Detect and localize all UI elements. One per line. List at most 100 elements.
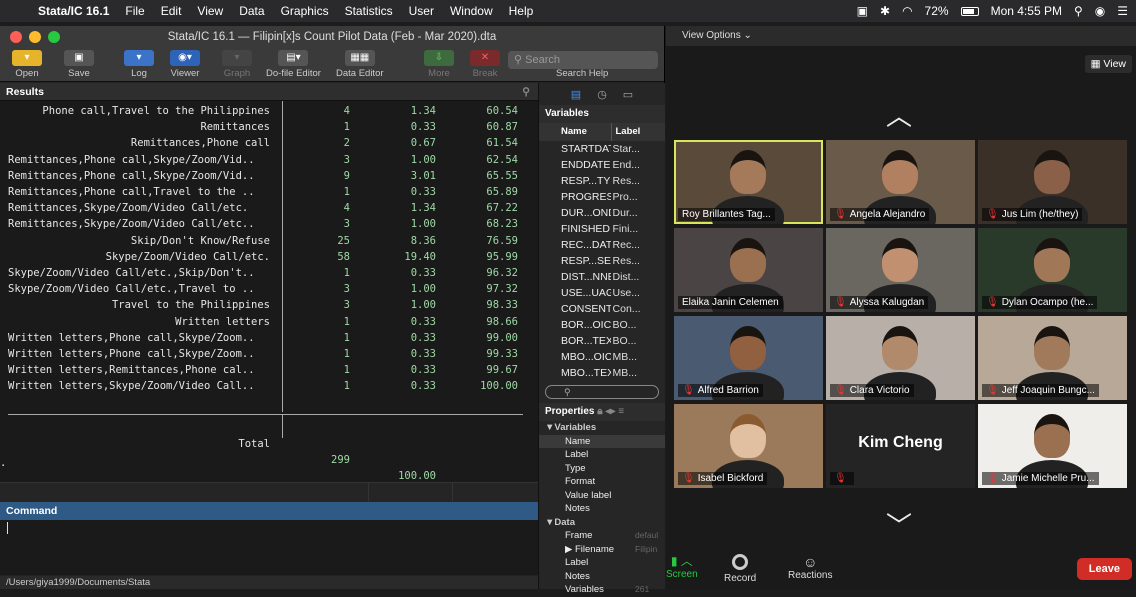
variable-row[interactable]: MBO...OICEMB... bbox=[539, 349, 665, 365]
property-row[interactable]: Name bbox=[539, 434, 665, 448]
history-icon[interactable]: ◷ bbox=[597, 88, 607, 101]
variable-row[interactable]: REC...DATERec... bbox=[539, 237, 665, 253]
variable-row[interactable]: RESP...SEIDRes... bbox=[539, 253, 665, 269]
participant-tile[interactable]: 🎙︎ Alfred Barrion bbox=[674, 316, 823, 400]
zoom-window-button[interactable] bbox=[48, 31, 60, 43]
participant-tile[interactable]: 🎙︎ Jeff Joaquin Bungc... bbox=[978, 316, 1127, 400]
participant-tile[interactable]: 🎙︎ Alyssa Kalugdan bbox=[826, 228, 975, 312]
view-button[interactable]: ▦ View bbox=[1084, 55, 1132, 73]
variable-row[interactable]: ENDDATE End... bbox=[539, 157, 665, 173]
variable-row[interactable]: RESP...TYPERes... bbox=[539, 173, 665, 189]
menu-window[interactable]: Window bbox=[450, 4, 493, 18]
reactions-button[interactable]: ☺ Reactions bbox=[788, 554, 832, 581]
participant-video-face bbox=[882, 326, 918, 370]
save-button[interactable]: ▣ Save bbox=[64, 50, 94, 79]
bluetooth-icon[interactable]: ✱ bbox=[880, 4, 890, 18]
search-icon: ⚲ bbox=[514, 54, 526, 66]
do-file-editor-button[interactable]: ▤▾ Do-file Editor bbox=[266, 50, 321, 79]
notification-center-icon[interactable]: ☰ bbox=[1117, 4, 1128, 18]
row-freq: 1 bbox=[343, 315, 350, 328]
properties-section[interactable]: ▼Variables bbox=[539, 421, 665, 435]
record-button[interactable]: Record bbox=[724, 554, 756, 584]
graph-button[interactable]: ▾ Graph bbox=[222, 50, 252, 79]
results-pane[interactable]: Total 299 100.00 . Phone call,Travel to … bbox=[0, 101, 538, 482]
list-icon[interactable]: ≡ bbox=[618, 406, 624, 417]
menu-data[interactable]: Data bbox=[239, 4, 264, 18]
variable-row[interactable]: BOR...OICEBO... bbox=[539, 317, 665, 333]
scroll-up-chevron-icon[interactable]: ︿ bbox=[886, 96, 912, 133]
participant-tile[interactable]: 🎙︎ Isabel Bickford bbox=[674, 404, 823, 488]
menu-help[interactable]: Help bbox=[509, 4, 534, 18]
participant-tile[interactable]: 🎙︎ Dylan Ocampo (he... bbox=[978, 228, 1127, 312]
break-button[interactable]: ✕ Break bbox=[470, 50, 500, 79]
variable-row[interactable]: PROGRESSPro... bbox=[539, 189, 665, 205]
screen-record-icon[interactable]: ▣ bbox=[857, 4, 868, 18]
variable-row[interactable]: FINISHED Fini... bbox=[539, 221, 665, 237]
variable-row[interactable]: CONSENT Con... bbox=[539, 301, 665, 317]
data-editor-button[interactable]: ▦▦ Data Editor bbox=[336, 50, 384, 79]
folder-icon[interactable]: ▭ bbox=[623, 88, 633, 101]
minimize-window-button[interactable] bbox=[29, 31, 41, 43]
property-row[interactable]: Variables 261 bbox=[539, 583, 665, 597]
variable-row[interactable]: USE...UAGEUse... bbox=[539, 285, 665, 301]
participant-tile[interactable]: Kim Cheng 🎙︎ bbox=[826, 404, 975, 488]
property-row[interactable]: Value label bbox=[539, 489, 665, 503]
variable-row[interactable]: MBO...TEXTMB... bbox=[539, 365, 665, 381]
spotlight-icon[interactable]: ⚲ bbox=[1074, 4, 1083, 18]
viewer-button[interactable]: ◉▾ Viewer bbox=[170, 50, 200, 79]
variable-filter-input[interactable]: ⚲ bbox=[545, 385, 659, 399]
name-column-header[interactable]: Name bbox=[539, 123, 611, 141]
leave-meeting-button[interactable]: Leave bbox=[1076, 558, 1132, 580]
property-row[interactable]: ▶ Filename Filipin bbox=[539, 543, 665, 557]
variable-row[interactable]: DIST...NNELDist... bbox=[539, 269, 665, 285]
table-row: Remittances,Phone call,Skype/Zoom/Vid.. 3… bbox=[0, 152, 538, 168]
scroll-down-chevron-icon[interactable]: ﹀ bbox=[886, 506, 912, 543]
log-button[interactable]: ▾ Log bbox=[124, 50, 154, 79]
menu-app-name[interactable]: Stata/IC 16.1 bbox=[38, 4, 109, 18]
property-row[interactable]: Notes bbox=[539, 502, 665, 516]
menu-view[interactable]: View bbox=[197, 4, 223, 18]
property-row[interactable]: Label bbox=[539, 556, 665, 570]
more-button[interactable]: ⇩ More bbox=[424, 50, 454, 79]
participant-tile[interactable]: 🎙︎ Jus Lim (he/they) bbox=[978, 140, 1127, 224]
menu-statistics[interactable]: Statistics bbox=[345, 4, 393, 18]
battery-icon[interactable] bbox=[960, 6, 979, 16]
property-row[interactable]: Type bbox=[539, 462, 665, 476]
menu-edit[interactable]: Edit bbox=[161, 4, 182, 18]
share-screen-button[interactable]: ▮ ︿ Screen bbox=[666, 552, 698, 580]
property-row[interactable]: Notes bbox=[539, 570, 665, 584]
participant-name-badge: 🎙︎ bbox=[830, 472, 854, 485]
participant-video-face bbox=[730, 414, 766, 458]
participant-tile[interactable]: Elaika Janin Celemen bbox=[674, 228, 823, 312]
results-search-icon[interactable]: ⚲ bbox=[522, 83, 530, 101]
variable-row[interactable]: DUR...ONDSDur... bbox=[539, 205, 665, 221]
participant-tile[interactable]: 🎙︎ Clara Victorio bbox=[826, 316, 975, 400]
participant-tile[interactable]: Roy Brillantes Tag... bbox=[674, 140, 823, 224]
property-row[interactable]: Frame defaul bbox=[539, 529, 665, 543]
participant-tile[interactable]: 🎙︎ Jamie Michelle Pru... bbox=[978, 404, 1127, 488]
property-row[interactable]: Label bbox=[539, 448, 665, 462]
command-input[interactable] bbox=[0, 520, 538, 575]
search-help-input[interactable]: ⚲ Search bbox=[508, 51, 658, 69]
label-column-header[interactable]: Label bbox=[610, 123, 666, 141]
participant-tile[interactable]: 🎙︎ Angela Alejandro bbox=[826, 140, 975, 224]
open-button[interactable]: ▾ Open bbox=[12, 50, 42, 79]
lock-icon[interactable]: 🔒︎ bbox=[597, 406, 602, 417]
properties-section[interactable]: ▼Data bbox=[539, 516, 665, 530]
view-options-menu[interactable]: View Options ⌄ bbox=[682, 30, 752, 41]
variables-panel-icon[interactable]: ▤ bbox=[571, 88, 581, 101]
property-row[interactable]: Format bbox=[539, 475, 665, 489]
results-scroll-area[interactable] bbox=[0, 482, 538, 503]
wifi-icon[interactable]: ◠ bbox=[902, 4, 912, 18]
property-name: Frame bbox=[565, 530, 593, 541]
variable-row[interactable]: BOR...TEXTBO... bbox=[539, 333, 665, 349]
menu-file[interactable]: File bbox=[125, 4, 144, 18]
close-window-button[interactable] bbox=[10, 31, 22, 43]
menu-graphics[interactable]: Graphics bbox=[281, 4, 329, 18]
table-row: Skype/Zoom/Video Call/etc.,Skip/Don't.. 1… bbox=[0, 265, 538, 281]
variable-row[interactable]: STARTDATEStar... bbox=[539, 141, 665, 157]
clock[interactable]: Mon 4:55 PM bbox=[991, 4, 1062, 18]
menu-user[interactable]: User bbox=[409, 4, 434, 18]
siri-icon[interactable]: ◉ bbox=[1095, 4, 1105, 18]
nav-arrows-icon[interactable]: ◂▸ bbox=[605, 406, 615, 417]
